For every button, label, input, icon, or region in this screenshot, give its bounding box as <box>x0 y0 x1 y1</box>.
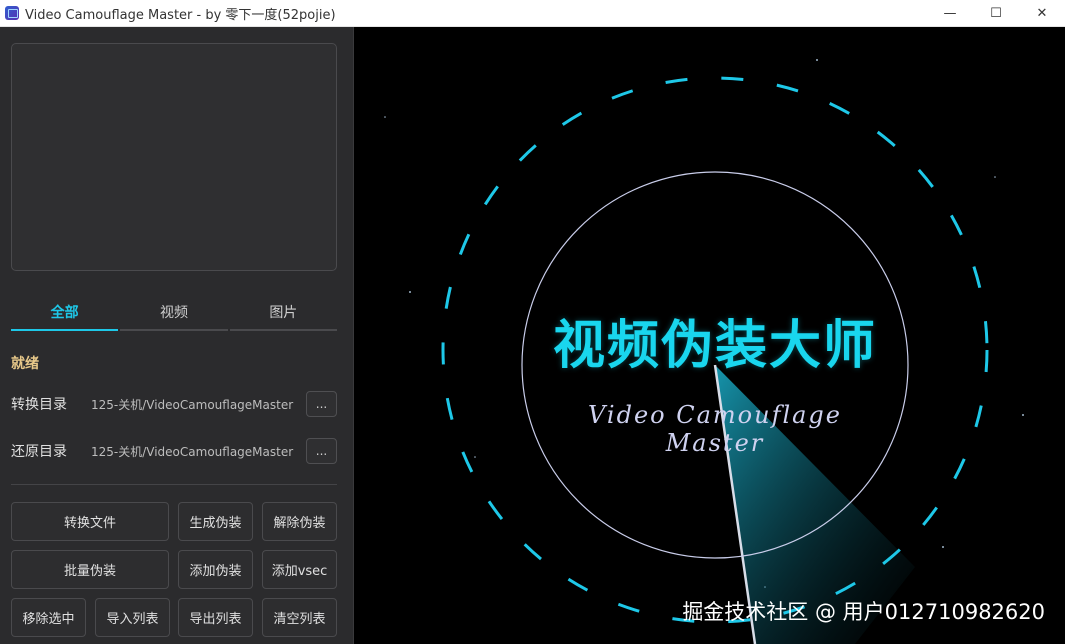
window-controls: — ☐ ✕ <box>927 0 1065 27</box>
tab-image[interactable]: 图片 <box>229 295 337 331</box>
convert-file-button[interactable]: 转换文件 <box>11 502 169 541</box>
title-bar: Video Camouflage Master - by 零下一度(52poji… <box>0 0 1065 27</box>
convert-dir-path: 125-关机/VideoCamouflageMaster <box>91 397 294 412</box>
generate-camouflage-button[interactable]: 生成伪装 <box>178 502 253 541</box>
divider <box>11 484 337 485</box>
convert-dir-row: 转换目录 125-关机/VideoCamouflageMaster ... <box>11 389 337 419</box>
maximize-button[interactable]: ☐ <box>973 0 1019 27</box>
tab-video[interactable]: 视频 <box>120 295 228 331</box>
import-list-button[interactable]: 导入列表 <box>95 598 170 637</box>
art-subtitle: Video Camouflage Master <box>588 401 842 457</box>
splash-artwork: 视频伪装大师 Video Camouflage Master 掘金技术社区 @ … <box>355 27 1065 644</box>
preview-box <box>11 43 337 271</box>
add-vsec-button[interactable]: 添加vsec <box>262 550 337 589</box>
tab-all[interactable]: 全部 <box>11 295 119 331</box>
left-panel: 全部 视频 图片 就绪 转换目录 125-关机/VideoCamouflageM… <box>0 27 354 644</box>
add-camouflage-button[interactable]: 添加伪装 <box>178 550 253 589</box>
convert-dir-browse-button[interactable]: ... <box>306 391 337 417</box>
remove-selected-button[interactable]: 移除选中 <box>11 598 86 637</box>
restore-dir-row: 还原目录 125-关机/VideoCamouflageMaster ... <box>11 436 337 466</box>
remove-camouflage-button[interactable]: 解除伪装 <box>262 502 337 541</box>
convert-dir-label: 转换目录 <box>11 397 67 413</box>
restore-dir-label: 还原目录 <box>11 444 67 460</box>
restore-dir-browse-button[interactable]: ... <box>306 438 337 464</box>
watermark: 掘金技术社区 @ 用户012710982620 <box>682 600 1045 624</box>
filter-tabs: 全部 视频 图片 <box>11 295 337 331</box>
clear-list-button[interactable]: 清空列表 <box>262 598 337 637</box>
minimize-button[interactable]: — <box>927 0 973 27</box>
status-text: 就绪 <box>11 356 39 372</box>
close-button[interactable]: ✕ <box>1019 0 1065 27</box>
app-icon <box>5 6 19 20</box>
art-title: 视频伪装大师 <box>552 316 877 376</box>
export-list-button[interactable]: 导出列表 <box>178 598 253 637</box>
window-title: Video Camouflage Master - by 零下一度(52poji… <box>25 7 336 23</box>
batch-camouflage-button[interactable]: 批量伪装 <box>11 550 169 589</box>
restore-dir-path: 125-关机/VideoCamouflageMaster <box>91 444 294 459</box>
